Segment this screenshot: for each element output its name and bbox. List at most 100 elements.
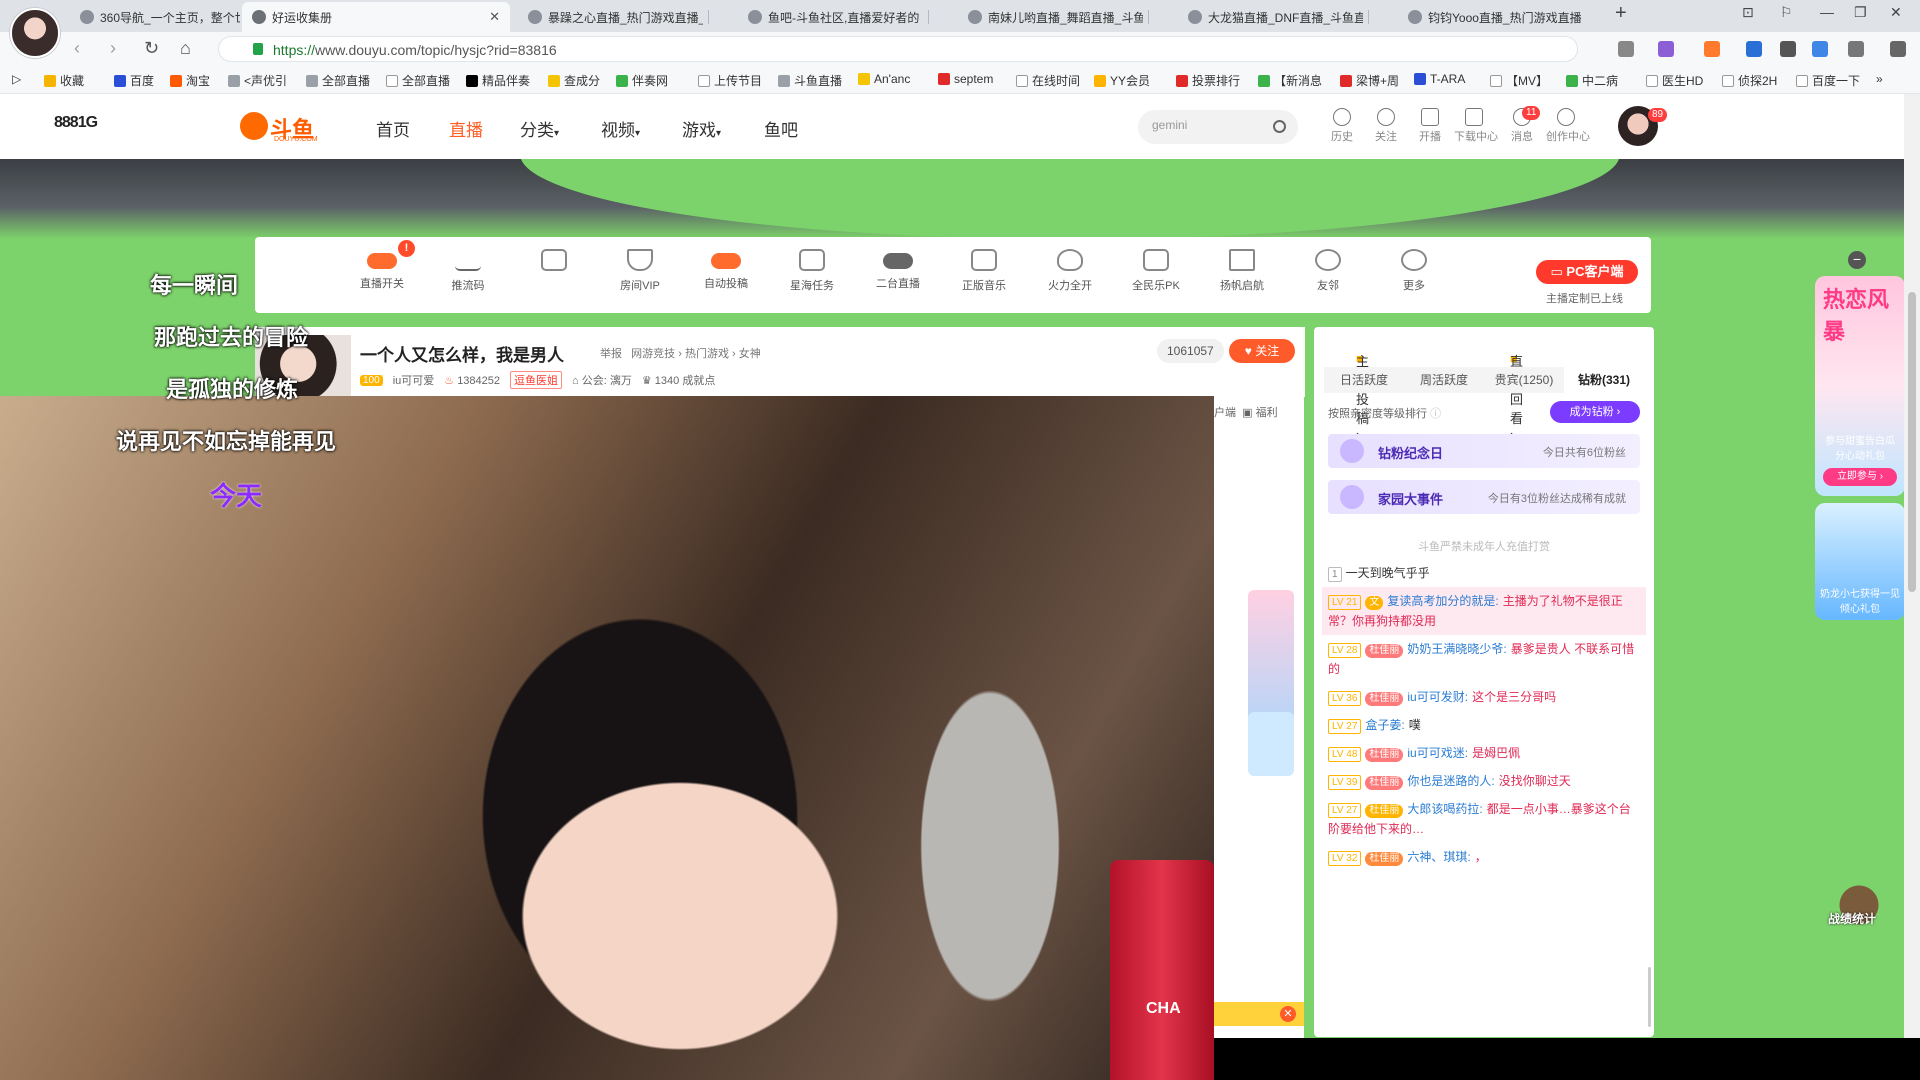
nav-live[interactable]: 直播	[449, 116, 483, 141]
tool-fire[interactable]: 火力全开	[1035, 249, 1105, 293]
page-scrollbar[interactable]	[1904, 94, 1920, 1038]
mini-tab-client[interactable]: 户端	[1214, 407, 1236, 419]
extension-icon[interactable]	[1658, 41, 1674, 57]
bookmark-item[interactable]: 百度	[114, 72, 154, 89]
room-tag[interactable]: 逗鱼医姐	[510, 371, 563, 389]
home-icon[interactable]: ⌂	[180, 38, 191, 59]
join-now-button[interactable]: 立即参与 ›	[1823, 468, 1897, 486]
url-field[interactable]: https://www.douyu.com/topic/hysjc?rid=83…	[218, 36, 1578, 62]
browser-tab[interactable]: 南妹儿哟直播_舞蹈直播_斗鱼	[958, 2, 1143, 32]
chat-scrollbar[interactable]	[1648, 967, 1651, 1027]
help-icon[interactable]: ⓘ	[1430, 408, 1441, 420]
search-tool-icon[interactable]	[1746, 41, 1762, 57]
tool-gift[interactable]	[519, 249, 589, 277]
menu-icon[interactable]	[1890, 41, 1906, 57]
mini-tab-welfare[interactable]: 福利	[1256, 407, 1278, 419]
bookmark-item[interactable]: 查成分	[548, 72, 600, 89]
close-window-icon[interactable]: ✕	[1890, 4, 1902, 21]
mini-yellow-bar[interactable]: ✕	[1214, 1002, 1304, 1026]
tool-sail[interactable]: 扬帆启航	[1207, 249, 1277, 293]
browser-tab-active[interactable]: 好运收集册 ✕	[242, 2, 510, 32]
nav-video[interactable]: 视频▾	[601, 116, 640, 141]
browser-tab[interactable]: 360导航_一个主页，整个世界	[70, 2, 240, 32]
streamer-name[interactable]: iu可可爱	[393, 372, 435, 388]
bookmark-item[interactable]: 在线时间	[1016, 72, 1080, 89]
bookmark-item[interactable]: 投票排行	[1176, 72, 1240, 89]
tool-friends[interactable]: 友邻	[1293, 249, 1363, 293]
bookmark-item[interactable]: 全部直播	[386, 72, 450, 89]
bookmark-item[interactable]: 医生HD	[1646, 72, 1703, 89]
undo-icon[interactable]	[1848, 41, 1864, 57]
pin-icon[interactable]: ⚐	[1780, 4, 1793, 21]
collapse-icon[interactable]: −	[1848, 251, 1866, 269]
bookmark-item[interactable]: 上传节目	[698, 72, 762, 89]
close-icon[interactable]: ✕	[1280, 1006, 1296, 1022]
bookmarks-toggle-icon[interactable]: ▷	[12, 72, 21, 86]
tab-diamond-fans[interactable]: 钻粉(331)	[1564, 367, 1644, 393]
sync-icon[interactable]	[1812, 41, 1828, 57]
gift-promo[interactable]: 奶龙小七获得一见倾心礼包	[1815, 503, 1905, 620]
video-player[interactable]	[0, 396, 1214, 1080]
screenshot-icon[interactable]	[1780, 41, 1796, 57]
tool-room-vip[interactable]: 房间VIP	[605, 249, 675, 293]
tool-music[interactable]: 正版音乐	[949, 249, 1019, 293]
site-search[interactable]	[1138, 110, 1298, 144]
header-follow[interactable]: 关注	[1366, 108, 1406, 144]
close-tab-icon[interactable]: ✕	[489, 9, 500, 25]
scroll-thumb[interactable]	[1908, 292, 1916, 592]
browser-tab[interactable]: 钧钧Yooo直播_热门游戏直播	[1398, 2, 1583, 32]
bookmark-item[interactable]: 中二病	[1566, 72, 1618, 89]
bookmark-item[interactable]: <声优引	[228, 72, 287, 89]
nav-fishbar[interactable]: 鱼吧	[764, 116, 798, 141]
more-bookmarks-icon[interactable]: »	[1876, 72, 1883, 86]
bookmark-item[interactable]: 淘宝	[170, 72, 210, 89]
bookmark-item[interactable]: 伴奏网	[616, 72, 668, 89]
tool-star-task[interactable]: 星海任务	[777, 249, 847, 293]
nav-home[interactable]: 首页	[376, 116, 410, 141]
tool-auto-post[interactable]: 自动投稿	[691, 249, 761, 291]
header-broadcast[interactable]: 开播	[1410, 108, 1450, 144]
browser-tab[interactable]: 鱼吧-斗鱼社区,直播爱好者的	[738, 2, 923, 32]
minimize-icon[interactable]: —	[1820, 4, 1834, 20]
tab-vip[interactable]: 贵宾(1250)	[1484, 367, 1564, 393]
search-input[interactable]	[1152, 118, 1262, 132]
event-banner[interactable]: 家园大事件 今日有3位粉丝达成稀有成就	[1328, 480, 1640, 514]
room-category[interactable]: 网游竞技 › 热门游戏 › 女神	[631, 348, 761, 360]
tab-weekly[interactable]: 周活跃度	[1404, 367, 1484, 393]
bookmark-item[interactable]: 全部直播	[306, 72, 370, 89]
nav-category[interactable]: 分类▾	[520, 116, 559, 141]
report-link[interactable]: 举报	[600, 348, 622, 360]
bookmark-item[interactable]: septem	[938, 72, 993, 86]
tool-second-stream[interactable]: 二台直播	[863, 249, 933, 291]
maximize-icon[interactable]: ❐	[1854, 4, 1867, 21]
tool-more[interactable]: 更多	[1379, 249, 1449, 293]
browser-tab[interactable]: 暴躁之心直播_热门游戏直播_	[518, 2, 703, 32]
bookmark-item[interactable]: 百度一下	[1796, 72, 1860, 89]
tab-daily[interactable]: 日活跃度	[1324, 367, 1404, 393]
header-creator[interactable]: 创作中心	[1546, 108, 1590, 144]
bookmark-item[interactable]: 侦探2H	[1722, 72, 1777, 89]
bookmark-item[interactable]: 斗鱼直播	[778, 72, 842, 89]
tab-list-icon[interactable]: ⊡	[1742, 4, 1754, 21]
mini-promo-2[interactable]	[1248, 712, 1294, 776]
bookmark-item[interactable]: 梁博+周	[1340, 72, 1399, 89]
event-banner[interactable]: 钻粉纪念日 今日共有6位粉丝	[1328, 434, 1640, 468]
bookmark-item[interactable]: 收藏	[44, 72, 84, 89]
search-icon[interactable]	[1273, 120, 1286, 133]
back-icon[interactable]: ‹	[74, 38, 80, 59]
bookmark-item[interactable]: YY会员	[1094, 72, 1150, 89]
header-history[interactable]: 历史	[1322, 108, 1362, 144]
bookmark-item[interactable]: An'anc	[858, 72, 910, 86]
nav-game[interactable]: 游戏▾	[682, 116, 721, 141]
bookmark-item[interactable]: 【新消息	[1258, 72, 1322, 89]
douyu-logo[interactable]: 斗鱼 DOUYU.COM	[240, 112, 318, 143]
battle-stats-promo[interactable]: 战绩统计	[1824, 872, 1894, 938]
pc-client-button[interactable]: ▭ PC客户端	[1536, 260, 1638, 284]
follow-button[interactable]: ♥ 关注	[1229, 339, 1295, 363]
browser-profile-avatar[interactable]	[10, 8, 60, 58]
become-diamond-fan-button[interactable]: 成为钻粉 ›	[1550, 401, 1640, 423]
header-download[interactable]: 下载中心	[1454, 108, 1498, 144]
forward-icon[interactable]: ›	[110, 38, 116, 59]
browser-tab[interactable]: 大龙猫直播_DNF直播_斗鱼直	[1178, 2, 1363, 32]
bookmark-item[interactable]: 【MV】	[1490, 72, 1548, 89]
